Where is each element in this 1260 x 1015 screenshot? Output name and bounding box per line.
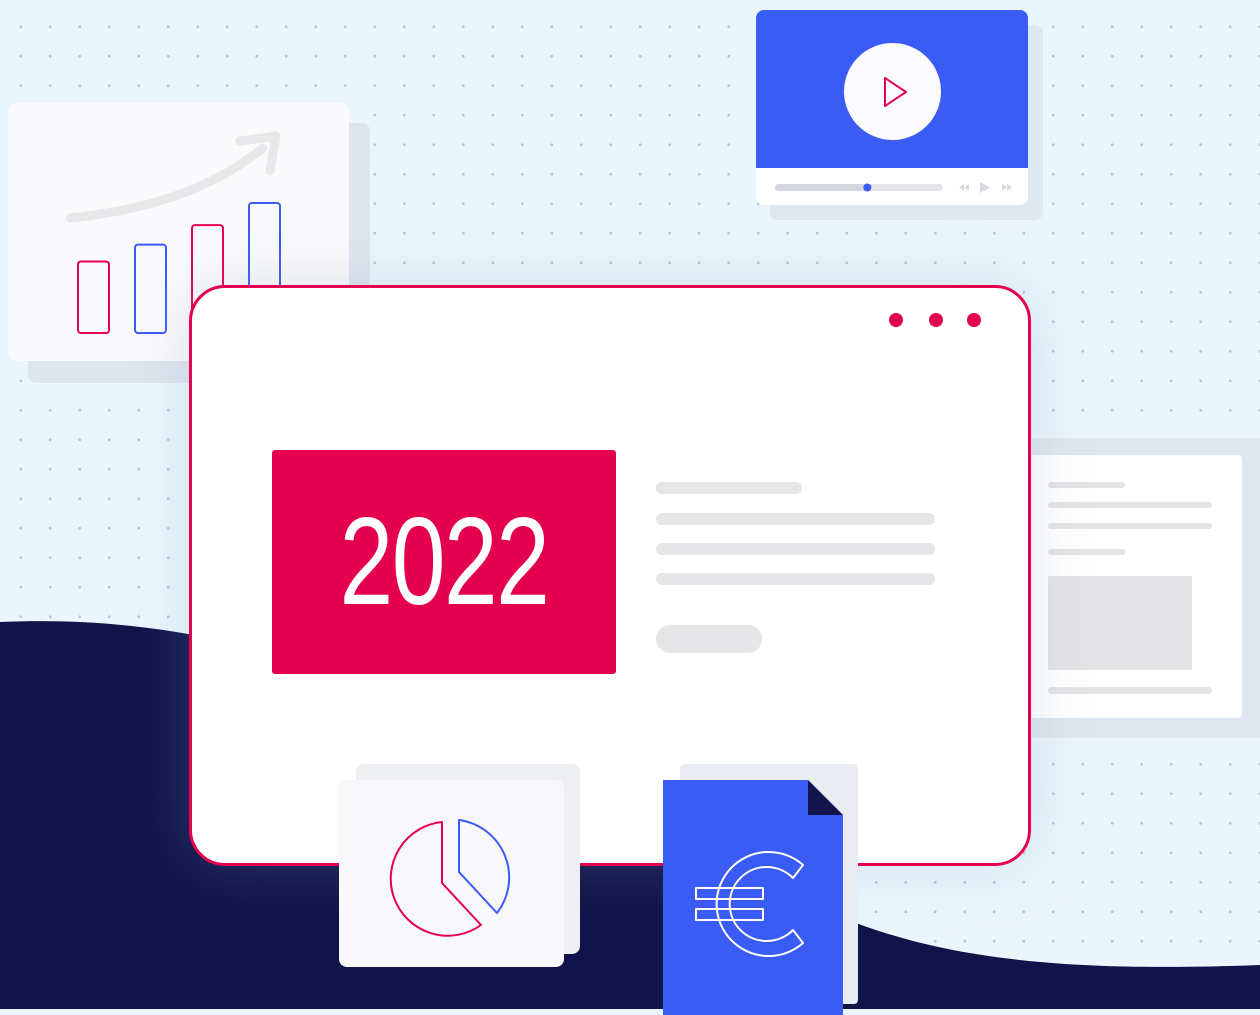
text-placeholder-line (656, 573, 935, 585)
play-button[interactable] (844, 43, 941, 140)
video-screen (756, 10, 1028, 168)
window-dot (889, 313, 903, 327)
play-icon (883, 76, 907, 107)
year-text: 2022 (339, 493, 550, 631)
window-dot (929, 313, 943, 327)
main-window: 2022 (189, 285, 1031, 866)
doc-line (1048, 523, 1212, 529)
video-controls (775, 182, 1012, 193)
doc-image-placeholder (1048, 576, 1192, 670)
doc-line (1048, 687, 1212, 694)
euro-file-icon (663, 780, 843, 1015)
document-card (1015, 455, 1242, 718)
rewind-icon (959, 184, 969, 191)
pie-chart-icon (389, 819, 511, 937)
pie-slice-main (389, 821, 482, 937)
doc-line (1048, 502, 1212, 508)
chart-bar (134, 243, 167, 335)
text-placeholder-line (656, 513, 935, 525)
doc-line (1048, 549, 1125, 555)
progress-fill (775, 184, 868, 191)
doc-line (1048, 482, 1125, 488)
chart-bar (77, 260, 110, 334)
file-body (663, 780, 843, 1015)
text-placeholder-line (656, 482, 802, 494)
video-player-card (756, 10, 1028, 205)
file-corner-fold (808, 780, 843, 815)
window-dot (967, 313, 981, 327)
pie-slice-cut (458, 819, 511, 914)
trend-arrow (65, 143, 268, 223)
button-placeholder[interactable] (656, 625, 762, 653)
play-small-icon (980, 182, 990, 193)
fast-forward-icon (1002, 184, 1012, 191)
text-placeholder-line (656, 543, 935, 555)
progress-knob (863, 183, 872, 192)
year-badge: 2022 (272, 450, 616, 674)
pie-chart-card (339, 780, 564, 967)
